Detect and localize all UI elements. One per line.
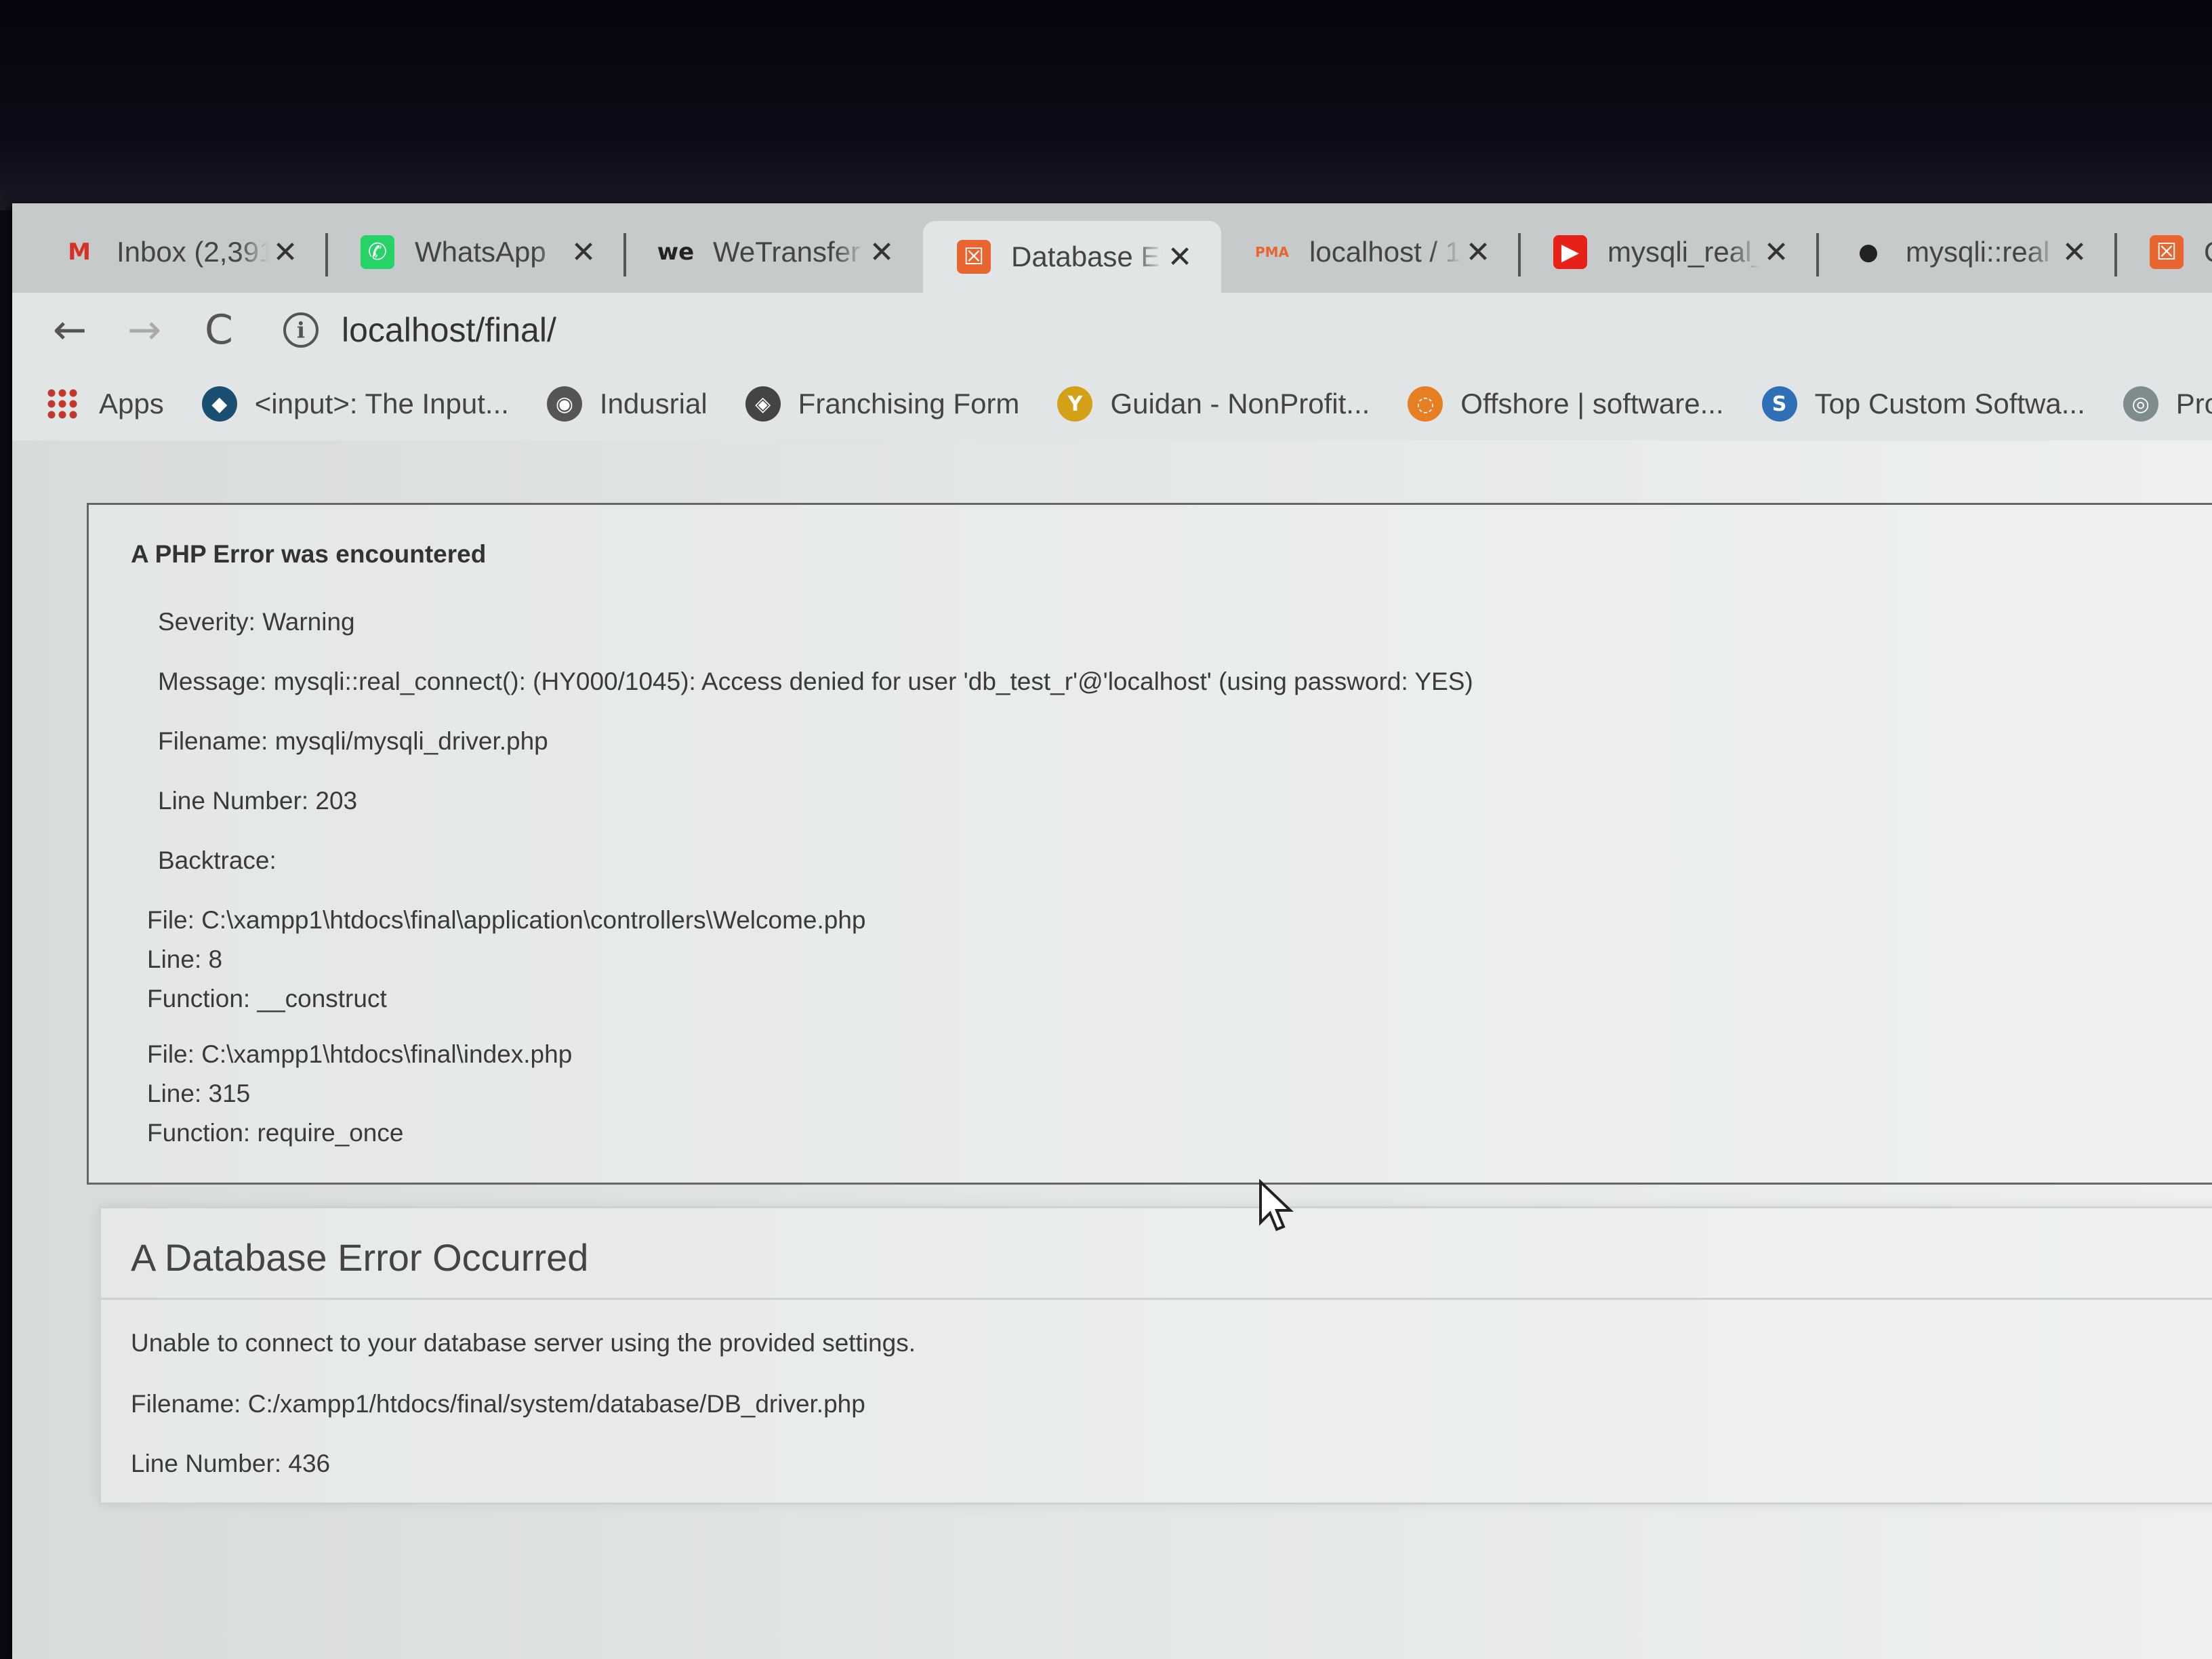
bookmarks-bar: Apps ◆ <input>: The Input... ◉ Indusrial ◈ Fra… [12, 367, 2212, 441]
back-button[interactable]: ← [33, 300, 107, 361]
tab-wetransfer[interactable]: we WeTransfer ✕ [625, 220, 923, 285]
software-icon: S [1761, 386, 1797, 422]
database-error-box: A Database Error Occurred Unable to conn… [99, 1206, 2212, 1504]
toolbar: ← → C i localhost/final/ [12, 293, 2212, 367]
bookmark-label: Franchising Form [798, 388, 1020, 419]
close-icon[interactable]: ✕ [567, 235, 600, 270]
bookmark-item[interactable]: ◈ Franchising Form [745, 386, 1020, 422]
close-icon[interactable]: ✕ [1759, 235, 1793, 270]
backtrace-line: Line: 315 [147, 1080, 251, 1107]
tab-title: Database Er [1011, 241, 1163, 272]
backtrace-function: Function: require_once [147, 1119, 404, 1147]
close-icon[interactable]: ✕ [2057, 235, 2091, 270]
bookmark-item[interactable]: ◎ Produ [2123, 386, 2212, 422]
bookmark-item[interactable]: ◆ <input>: The Input... [201, 386, 509, 422]
close-icon[interactable]: ✕ [268, 235, 302, 270]
monitor-bezel [0, 0, 2212, 210]
wetransfer-icon: we [657, 239, 695, 266]
guidan-icon: Y [1057, 386, 1093, 422]
bookmark-label: Guidan - NonProfit... [1110, 388, 1370, 419]
tab-github[interactable]: ● mysqli::real ✕ [1818, 220, 2116, 285]
backtrace-file: File: C:\xampp1\htdocs\final\index.php [147, 1040, 573, 1068]
backtrace-label: Backtrace: [158, 846, 276, 874]
tab-title: WhatsApp [415, 236, 546, 268]
github-icon: ● [1858, 239, 1879, 266]
close-icon[interactable]: ✕ [1461, 235, 1495, 270]
tab-youtube[interactable]: ▶ mysqli_real_ ✕ [1519, 220, 1818, 285]
close-icon[interactable]: ✕ [865, 235, 899, 270]
arrow-right-icon: → [127, 306, 162, 354]
tab-gmail[interactable]: M Inbox (2,391 ✕ [28, 220, 327, 285]
page-content: A PHP Error was encountered Severity: Wa… [12, 441, 2212, 1659]
whatsapp-icon: ✆ [361, 235, 394, 269]
address-bar[interactable]: i localhost/final/ [283, 300, 556, 361]
line-number-text: Line Number: 203 [158, 787, 358, 815]
mdn-icon: ◆ [201, 386, 237, 422]
apps-grid-icon [46, 388, 79, 420]
bookmark-label: Apps [99, 388, 164, 419]
arrow-left-icon: ← [52, 306, 87, 354]
database-error-filename: Filename: C:/xampp1/htdocs/final/system/… [131, 1390, 865, 1418]
tab-title: localhost / 1 [1309, 236, 1461, 268]
backtrace-line: Line: 8 [147, 945, 223, 973]
phpmyadmin-icon: PMA [1254, 244, 1290, 260]
filename-text: Filename: mysqli/mysqli_driver.php [158, 727, 548, 755]
tab-title: mysqli::real [1906, 236, 2050, 268]
tab-title: C [2204, 236, 2212, 268]
tab-codeigniter[interactable]: ☒ Database Er ✕ [923, 221, 1221, 293]
youtube-icon: ▶ [1553, 235, 1587, 269]
codeigniter-icon: ☒ [2150, 235, 2184, 269]
bookmark-label: Produ [2175, 388, 2212, 419]
bookmark-item[interactable]: Apps [46, 388, 164, 420]
bookmark-label: Offshore | software... [1460, 388, 1724, 419]
close-icon[interactable]: ✕ [1163, 240, 1197, 274]
reload-button[interactable]: C [182, 300, 256, 361]
browser-window: M Inbox (2,391 ✕ ✆ WhatsApp ✕ we WeTransfer ✕ ☒ Da… [12, 203, 2212, 1659]
php-error-heading: A PHP Error was encountered [131, 540, 487, 568]
bookmark-label: <input>: The Input... [254, 388, 509, 419]
database-error-message: Unable to connect to your database serve… [131, 1329, 916, 1357]
codeigniter-icon: ☒ [957, 240, 991, 274]
severity-text: Severity: Warning [158, 608, 355, 636]
database-error-heading: A Database Error Occurred [131, 1236, 589, 1279]
info-icon[interactable]: i [283, 312, 319, 348]
php-error-box: A PHP Error was encountered Severity: Wa… [87, 503, 2212, 1185]
forward-button[interactable]: → [107, 300, 182, 361]
reload-icon: C [205, 306, 233, 354]
divider [101, 1298, 2212, 1300]
backtrace-file: File: C:\xampp1\htdocs\final\application… [147, 906, 866, 934]
form-icon: ◈ [745, 386, 781, 422]
tab-title: Inbox (2,391 [117, 236, 268, 268]
tab-title: WeTransfer [713, 236, 861, 268]
bookmark-label: Indusrial [599, 388, 708, 419]
message-text: Message: mysqli::real_connect(): (HY000/… [158, 668, 1473, 695]
tab-title: mysqli_real_ [1607, 236, 1759, 268]
bookmark-label: Top Custom Softwa... [1814, 388, 2085, 419]
url-text[interactable]: localhost/final/ [342, 310, 556, 350]
bookmark-item[interactable]: Y Guidan - NonProfit... [1057, 386, 1370, 422]
bookmark-item[interactable]: S Top Custom Softwa... [1761, 386, 2085, 422]
tab-codeigniter[interactable]: ☒C [2116, 220, 2212, 285]
product-icon: ◎ [2123, 386, 2158, 422]
tab-strip: M Inbox (2,391 ✕ ✆ WhatsApp ✕ we WeTransfer ✕ ☒ Da… [12, 203, 2212, 293]
backtrace-function: Function: __construct [147, 985, 387, 1012]
globe-icon: ◉ [546, 386, 582, 422]
bookmark-item[interactable]: ◉ Indusrial [546, 386, 708, 422]
tab-whatsapp[interactable]: ✆ WhatsApp ✕ [327, 220, 625, 285]
tab-phpmyadmin[interactable]: PMA localhost / 1 ✕ [1221, 220, 1519, 285]
bookmark-item[interactable]: ◌ Offshore | software... [1408, 386, 1724, 422]
mouse-pointer-icon [1259, 1179, 1294, 1231]
database-error-line-number: Line Number: 436 [131, 1450, 331, 1477]
gmail-icon: M [68, 239, 91, 266]
offshore-icon: ◌ [1408, 386, 1443, 422]
